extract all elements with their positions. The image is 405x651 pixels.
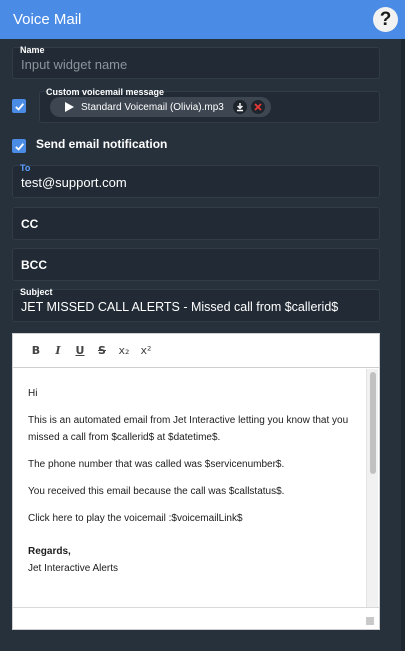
- name-input[interactable]: Input widget name: [21, 57, 127, 72]
- superscript-button[interactable]: x²: [135, 341, 157, 361]
- to-field[interactable]: To test@support.com: [12, 163, 380, 198]
- resize-grip-icon[interactable]: [366, 617, 374, 625]
- subject-label: Subject: [20, 287, 53, 297]
- dialog-title: Voice Mail: [13, 11, 82, 28]
- body-line-2: The phone number that was called was $se…: [28, 459, 285, 470]
- panel-scroll-edge: [401, 39, 405, 651]
- body-line-4: Click here to play the voicemail :$voice…: [28, 513, 243, 524]
- name-field[interactable]: Name Input widget name: [12, 45, 380, 79]
- subject-input[interactable]: JET MISSED CALL ALERTS - Missed call fro…: [21, 300, 338, 314]
- body-line-1: This is an automated email from Jet Inte…: [28, 415, 349, 443]
- body-greeting: Hi: [28, 388, 38, 399]
- play-icon[interactable]: [65, 102, 74, 112]
- italic-button[interactable]: I: [47, 341, 69, 361]
- email-body-editor: B I U S x₂ x² Hi This is an automated em…: [12, 333, 380, 630]
- body-line-3: You received this email because the call…: [28, 486, 285, 497]
- subscript-button[interactable]: x₂: [113, 341, 135, 361]
- bold-button[interactable]: B: [25, 341, 47, 361]
- editor-status-bar: [13, 607, 379, 629]
- download-icon[interactable]: [233, 100, 247, 114]
- subject-field[interactable]: Subject JET MISSED CALL ALERTS - Missed …: [12, 287, 380, 322]
- editor-content[interactable]: Hi This is an automated email from Jet I…: [13, 369, 365, 607]
- body-signature: Jet Interactive Alerts: [28, 563, 119, 574]
- editor-scrollbar-thumb[interactable]: [370, 372, 376, 474]
- help-icon[interactable]: ?: [373, 7, 398, 32]
- checkmark-icon: [14, 102, 24, 111]
- editor-scrollbar[interactable]: [366, 369, 378, 607]
- body-signoff: Regards,: [28, 546, 71, 557]
- voicemail-audio-player: Standard Voicemail (Olivia).mp3: [50, 97, 271, 117]
- bcc-label: BCC: [21, 257, 47, 272]
- to-input[interactable]: test@support.com: [21, 175, 127, 190]
- custom-voicemail-field: Custom voicemail message Standard Voicem…: [39, 87, 380, 123]
- title-bar: Voice Mail: [0, 0, 405, 39]
- close-icon: [254, 103, 262, 111]
- custom-voicemail-label: Custom voicemail message: [46, 87, 165, 97]
- send-email-checkbox[interactable]: [12, 139, 26, 153]
- strikethrough-button[interactable]: S: [91, 341, 113, 361]
- bcc-field[interactable]: BCC: [12, 248, 380, 281]
- send-email-label: Send email notification: [36, 137, 168, 151]
- name-label: Name: [20, 45, 45, 55]
- cc-label: CC: [21, 216, 39, 231]
- remove-icon[interactable]: [251, 100, 265, 114]
- editor-toolbar: B I U S x₂ x²: [13, 334, 379, 368]
- checkmark-icon: [14, 142, 24, 151]
- custom-voicemail-checkbox[interactable]: [12, 99, 26, 113]
- underline-button[interactable]: U: [69, 341, 91, 361]
- voicemail-file-name: Standard Voicemail (Olivia).mp3: [81, 101, 224, 113]
- to-label: To: [20, 163, 31, 173]
- cc-field[interactable]: CC: [12, 207, 380, 240]
- download-arrow-icon: [237, 103, 243, 112]
